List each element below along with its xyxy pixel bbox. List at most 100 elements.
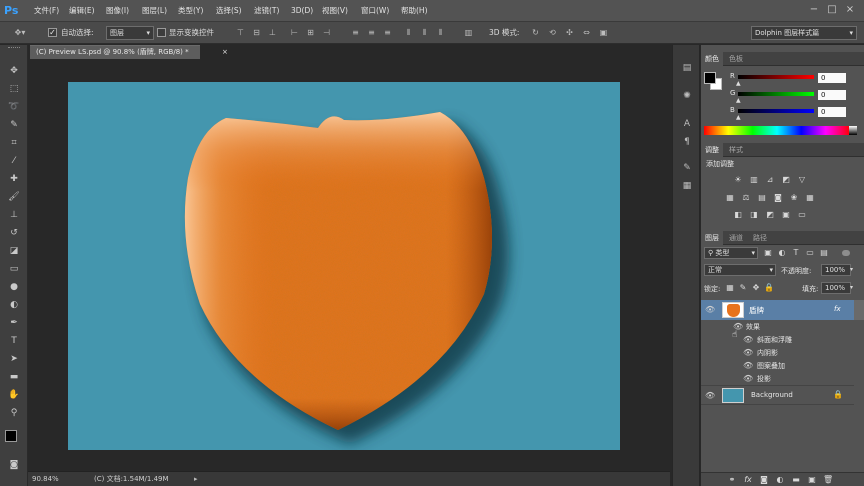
- align-hcenter-icon[interactable]: ⊞: [305, 27, 316, 38]
- lock-transparency-icon[interactable]: ▦: [725, 283, 735, 293]
- channel-b-value[interactable]: 0: [818, 107, 846, 117]
- eraser-tool-icon[interactable]: ◪: [5, 243, 23, 259]
- threshold-icon[interactable]: ◩: [765, 210, 775, 220]
- opacity-field[interactable]: 100%: [821, 264, 851, 276]
- filter-smart-object-icon[interactable]: ▤: [819, 248, 829, 258]
- grayscale-ramp[interactable]: [849, 126, 857, 135]
- effect-bevel-emboss[interactable]: 斜面和浮雕: [757, 335, 792, 345]
- effect-drop-shadow[interactable]: 投影: [757, 374, 771, 384]
- foreground-color-swatch[interactable]: [5, 430, 17, 442]
- align-top-icon[interactable]: ⊤: [235, 27, 246, 38]
- distribute-left-icon[interactable]: ⫴: [403, 27, 414, 38]
- menu-window[interactable]: 窗口(W): [361, 0, 389, 22]
- exposure-icon[interactable]: ◩: [781, 175, 791, 185]
- tab-channels[interactable]: 通道: [725, 231, 747, 245]
- panel-grip[interactable]: [8, 47, 20, 50]
- tab-swatches[interactable]: 色板: [725, 52, 747, 66]
- tab-layers[interactable]: 图层: [701, 231, 723, 245]
- selective-color-icon[interactable]: ▣: [781, 210, 791, 220]
- color-balance-icon[interactable]: ▦: [725, 193, 735, 203]
- hand-tool-icon[interactable]: ✋: [5, 387, 23, 403]
- auto-select-dropdown[interactable]: 图层 ▾: [106, 26, 154, 40]
- auto-align-icon[interactable]: ▥: [463, 27, 474, 38]
- menu-type[interactable]: 类型(Y): [178, 0, 203, 22]
- fill-field[interactable]: 100%: [821, 282, 851, 294]
- close-icon[interactable]: ×: [222, 46, 228, 59]
- blend-mode-dropdown[interactable]: 正常 ▾: [704, 264, 776, 276]
- layer-name[interactable]: 盾牌: [749, 305, 764, 316]
- crop-tool-icon[interactable]: ⌗: [5, 135, 23, 151]
- shape-tool-icon[interactable]: ▬: [5, 369, 23, 385]
- lock-all-icon[interactable]: 🔒: [764, 283, 774, 293]
- move-tool-preset-icon[interactable]: ✥▾: [8, 27, 32, 38]
- visibility-eye-icon[interactable]: 👁: [743, 361, 753, 371]
- effect-pattern-overlay[interactable]: 图案叠加: [757, 361, 785, 371]
- photo-filter-icon[interactable]: ◙: [773, 193, 783, 203]
- brush-panel-icon[interactable]: ✎: [679, 161, 695, 175]
- menu-edit[interactable]: 编辑(E): [69, 0, 95, 22]
- move-tool-icon[interactable]: ✥: [5, 63, 23, 79]
- filter-type-icon[interactable]: T: [791, 248, 801, 258]
- effect-inner-shadow[interactable]: 内阴影: [757, 348, 778, 358]
- layers-scrollbar[interactable]: [854, 300, 864, 320]
- visibility-eye-icon[interactable]: 👁: [705, 391, 715, 401]
- fx-icon[interactable]: fx: [834, 305, 841, 313]
- document-tab[interactable]: (C) Preview LS.psd @ 90.8% (盾牌, RGB/8) *…: [30, 45, 228, 59]
- align-right-icon[interactable]: ⊣: [321, 27, 332, 38]
- close-button[interactable]: ×: [842, 2, 858, 18]
- menu-3d[interactable]: 3D(D): [291, 0, 313, 22]
- gradient-tool-icon[interactable]: ▭: [5, 261, 23, 277]
- new-layer-icon[interactable]: ▣: [807, 475, 817, 485]
- pen-tool-icon[interactable]: ✒: [5, 315, 23, 331]
- auto-select-checkbox[interactable]: ✓: [48, 28, 57, 37]
- distribute-bottom-icon[interactable]: ≡: [382, 27, 393, 38]
- layer-name[interactable]: Background: [751, 391, 793, 399]
- brush-tool-icon[interactable]: 🖌: [5, 189, 23, 205]
- slider-handle-icon[interactable]: ▲: [736, 97, 741, 104]
- zoom-tool-icon[interactable]: ⚲: [5, 405, 23, 421]
- character-panel-icon[interactable]: A: [679, 117, 695, 131]
- menu-help[interactable]: 帮助(H): [401, 0, 428, 22]
- visibility-eye-icon[interactable]: 👁: [705, 305, 715, 315]
- maximize-button[interactable]: □: [824, 2, 840, 18]
- visibility-eye-icon[interactable]: 👁: [743, 335, 753, 345]
- channel-mixer-icon[interactable]: ❀: [789, 193, 799, 203]
- visibility-eye-icon[interactable]: 👁: [743, 374, 753, 384]
- 3d-slide-icon[interactable]: ⇔: [581, 27, 592, 38]
- chevron-down-icon[interactable]: ▾: [850, 284, 853, 291]
- hue-saturation-icon[interactable]: ⚖: [741, 193, 751, 203]
- type-tool-icon[interactable]: T: [5, 333, 23, 349]
- add-mask-icon[interactable]: ◙: [759, 475, 769, 485]
- new-group-icon[interactable]: ▬: [791, 475, 801, 485]
- color-spectrum-ramp[interactable]: [704, 126, 850, 135]
- vibrance-icon[interactable]: ▽: [797, 175, 807, 185]
- delete-layer-icon[interactable]: 🗑: [823, 475, 833, 485]
- menu-view[interactable]: 视图(V): [322, 0, 348, 22]
- curves-icon[interactable]: ⊿: [765, 175, 775, 185]
- healing-brush-tool-icon[interactable]: ✚: [5, 171, 23, 187]
- effects-label[interactable]: 效果: [746, 322, 760, 332]
- layer-row-shield[interactable]: 👁 盾牌 fx: [701, 300, 854, 320]
- layer-filter-dropdown[interactable]: ⚲ 类型 ▾: [704, 247, 758, 259]
- visibility-eye-icon[interactable]: 👁: [743, 348, 753, 358]
- paragraph-panel-icon[interactable]: ¶: [679, 135, 695, 149]
- 3d-scale-icon[interactable]: ▣: [598, 27, 609, 38]
- distribute-hcenter-icon[interactable]: ⫴: [419, 27, 430, 38]
- gradient-map-icon[interactable]: ▭: [797, 210, 807, 220]
- 3d-roll-icon[interactable]: ⟲: [547, 27, 558, 38]
- history-brush-tool-icon[interactable]: ↺: [5, 225, 23, 241]
- align-vcenter-icon[interactable]: ⊟: [251, 27, 262, 38]
- actions-panel-icon[interactable]: ✺: [679, 89, 695, 103]
- color-lookup-icon[interactable]: ▦: [805, 193, 815, 203]
- invert-icon[interactable]: ◧: [733, 210, 743, 220]
- channel-r-value[interactable]: 0: [818, 73, 846, 83]
- tab-color[interactable]: 颜色: [701, 52, 723, 66]
- menu-select[interactable]: 选择(S): [216, 0, 242, 22]
- dodge-tool-icon[interactable]: ◐: [5, 297, 23, 313]
- quick-select-tool-icon[interactable]: ✎: [5, 117, 23, 133]
- lasso-tool-icon[interactable]: ➰: [5, 99, 23, 115]
- align-bottom-icon[interactable]: ⊥: [267, 27, 278, 38]
- levels-icon[interactable]: ▥: [749, 175, 759, 185]
- tab-paths[interactable]: 路径: [749, 231, 771, 245]
- 3d-pan-icon[interactable]: ✣: [564, 27, 575, 38]
